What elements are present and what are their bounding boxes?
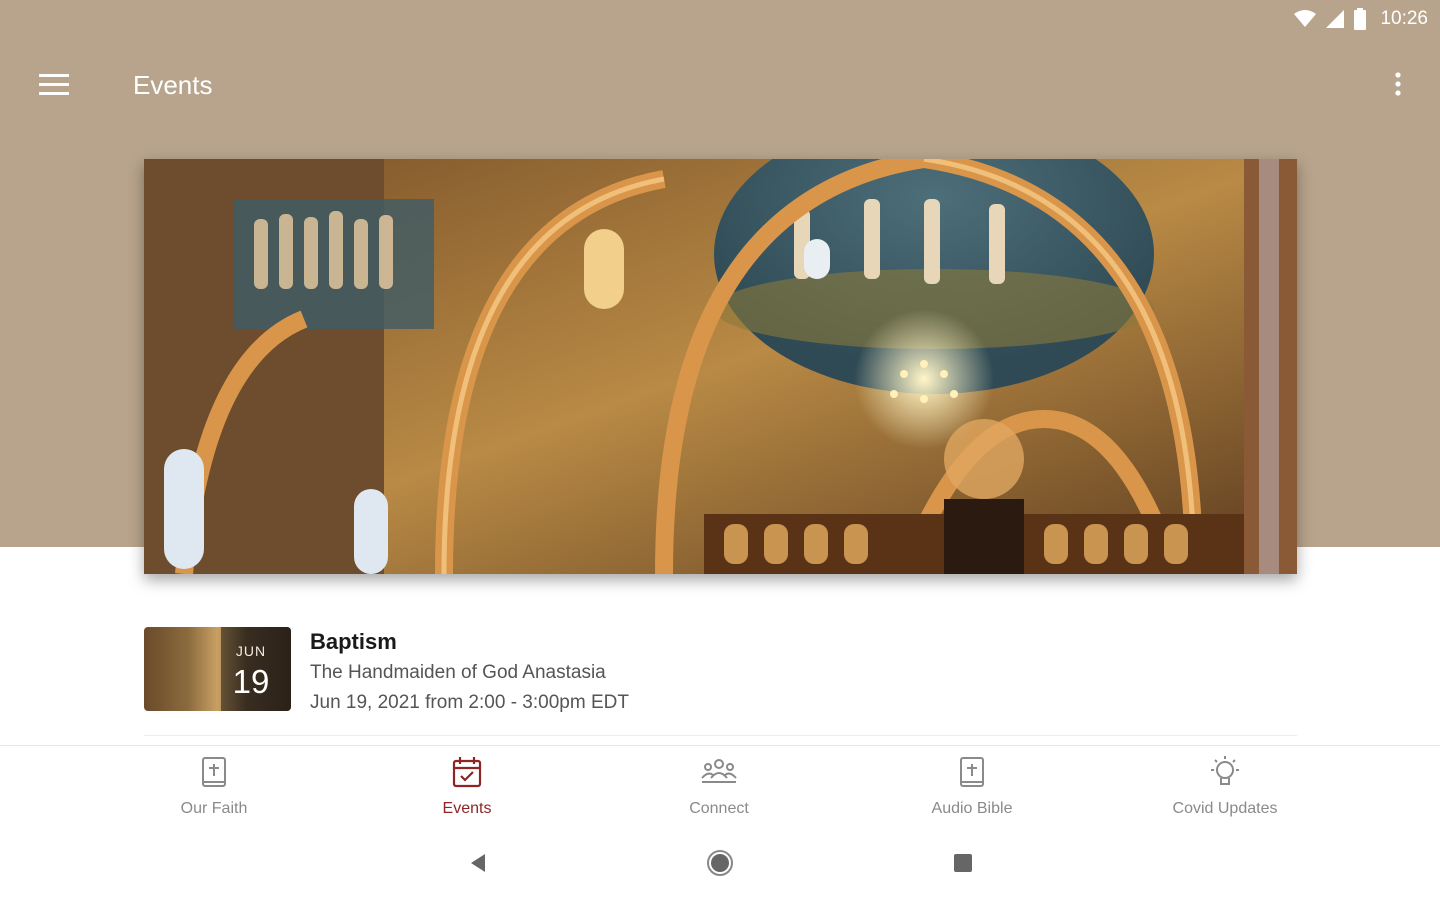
nav-audio-bible[interactable]: Audio Bible — [882, 756, 1062, 818]
nav-label: Our Faith — [180, 800, 248, 817]
overflow-menu-button[interactable] — [1384, 66, 1412, 106]
back-button[interactable] — [463, 850, 493, 880]
wifi-icon — [1294, 10, 1317, 28]
cell-signal-icon — [1326, 10, 1345, 28]
recents-button[interactable] — [948, 850, 978, 880]
status-bar: 10:26 — [1294, 0, 1440, 38]
lightbulb-icon — [1207, 755, 1243, 794]
nav-connect[interactable]: Connect — [629, 756, 809, 818]
home-button[interactable] — [705, 849, 735, 882]
more-vert-icon — [1395, 71, 1401, 101]
nav-covid-updates[interactable]: Covid Updates — [1135, 755, 1315, 818]
group-icon — [700, 758, 738, 791]
church-interior-image — [144, 159, 1297, 574]
status-time: 10:26 — [1380, 8, 1428, 29]
calendar-check-icon — [452, 756, 482, 793]
page-title: Events — [133, 70, 213, 100]
event-thumbnail: JUN 19 — [144, 627, 291, 711]
book-cross-icon — [201, 756, 227, 793]
book-cross-icon — [959, 756, 985, 793]
event-title: Baptism — [310, 629, 397, 654]
menu-button[interactable] — [30, 66, 78, 106]
recents-square-icon — [953, 853, 973, 878]
back-triangle-icon — [469, 853, 487, 878]
event-day: 19 — [232, 663, 270, 700]
system-navigation-bar — [0, 840, 1440, 890]
home-circle-icon — [706, 849, 734, 882]
hamburger-menu-icon — [39, 73, 69, 100]
hero-banner — [144, 159, 1297, 574]
nav-label: Audio Bible — [931, 800, 1013, 817]
nav-label: Events — [442, 800, 492, 817]
bottom-navigation: Our Faith Events Connect Audio Bible Cov… — [0, 745, 1440, 828]
nav-our-faith[interactable]: Our Faith — [124, 756, 304, 818]
battery-icon — [1354, 8, 1367, 30]
event-time: Jun 19, 2021 from 2:00 - 3:00pm EDT — [310, 692, 629, 713]
nav-events[interactable]: Events — [377, 756, 557, 818]
event-list-item[interactable]: JUN 19 Baptism The Handmaiden of God Ana… — [144, 627, 1297, 713]
nav-label: Connect — [689, 800, 749, 817]
list-divider — [144, 735, 1297, 736]
event-subtitle: The Handmaiden of God Anastasia — [310, 662, 606, 683]
event-month: JUN — [235, 643, 267, 659]
nav-label: Covid Updates — [1172, 800, 1278, 817]
